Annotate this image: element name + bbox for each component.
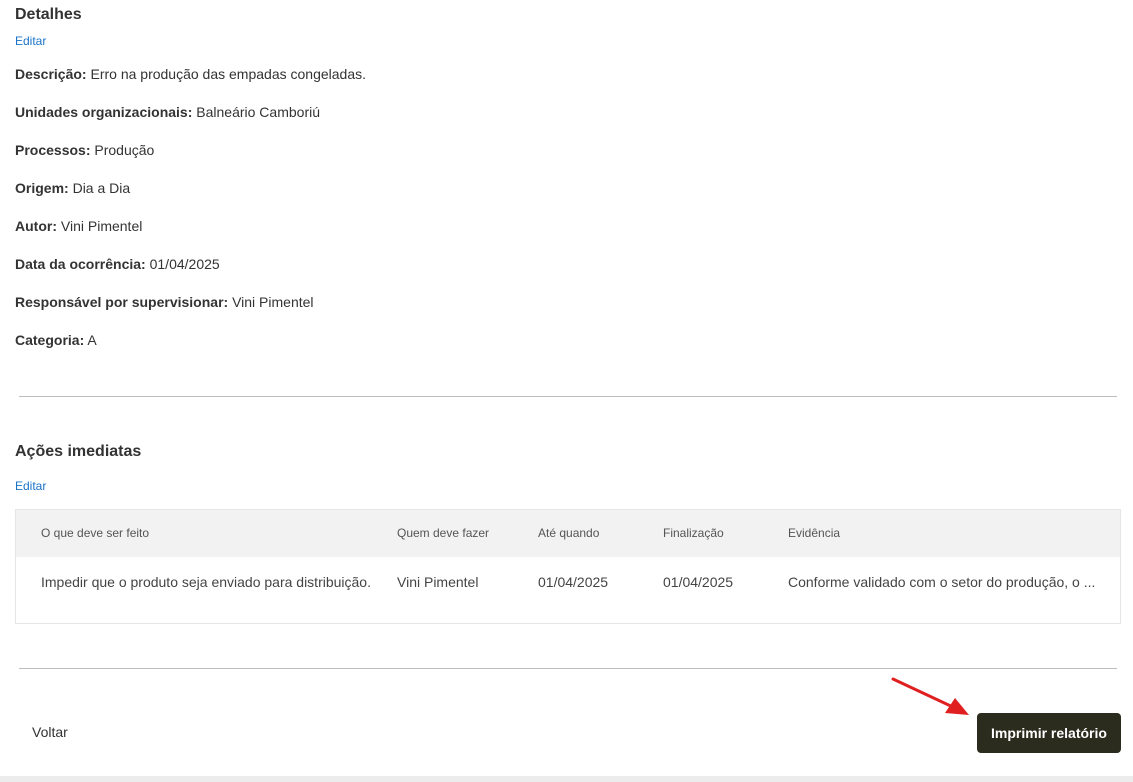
section-divider	[19, 396, 1117, 397]
detail-description: Descrição: Erro na produção das empadas …	[15, 66, 366, 82]
cell-what: Impedir que o produto seja enviado para …	[41, 574, 371, 590]
detail-label: Origem:	[15, 180, 69, 196]
footer-divider	[19, 668, 1117, 669]
detail-value: Balneário Camboriú	[196, 104, 320, 120]
actions-title: Ações imediatas	[15, 443, 142, 460]
cell-until: 01/04/2025	[538, 574, 609, 590]
actions-table: O que deve ser feito Quem deve fazer Até…	[15, 509, 1121, 624]
detail-supervisor: Responsável por supervisionar: Vini Pime…	[15, 294, 314, 310]
cell-evidence: Conforme validado com o setor do produçã…	[788, 574, 1096, 590]
column-header-until: Até quando	[538, 526, 600, 540]
detail-label: Responsável por supervisionar:	[15, 294, 229, 310]
detail-value: Vini Pimentel	[232, 294, 314, 310]
column-header-finished: Finalização	[663, 526, 724, 540]
column-header-what: O que deve ser feito	[41, 526, 150, 540]
details-title: Detalhes	[15, 6, 82, 23]
bottom-scrollbar-track	[0, 776, 1133, 782]
column-header-who: Quem deve fazer	[397, 526, 490, 540]
column-header-evidence: Evidência	[788, 526, 841, 540]
detail-author: Autor: Vini Pimentel	[15, 218, 142, 234]
detail-value: Dia a Dia	[72, 180, 131, 196]
detail-label: Unidades organizacionais:	[15, 104, 193, 120]
detail-value: Produção	[94, 142, 155, 158]
detail-label: Processos:	[15, 142, 91, 158]
table-header: O que deve ser feito Quem deve fazer Até…	[16, 510, 1120, 557]
detail-org-units: Unidades organizacionais: Balneário Camb…	[15, 104, 320, 120]
back-button[interactable]: Voltar	[32, 724, 68, 740]
cell-finished: 01/04/2025	[663, 574, 734, 590]
cell-who: Vini Pimentel	[397, 574, 479, 590]
incident-detail-page: Detalhes Editar Descrição: Erro na produ…	[0, 0, 1133, 782]
details-edit-link[interactable]: Editar	[15, 34, 46, 48]
detail-label: Data da ocorrência:	[15, 256, 146, 272]
detail-value: 01/04/2025	[149, 256, 220, 272]
detail-value: A	[87, 332, 97, 348]
detail-category: Categoria: A	[15, 332, 97, 348]
detail-label: Categoria:	[15, 332, 85, 348]
detail-label: Descrição:	[15, 66, 87, 82]
detail-processes: Processos: Produção	[15, 142, 154, 158]
detail-value: Erro na produção das empadas congeladas.	[90, 66, 366, 82]
actions-edit-link[interactable]: Editar	[15, 479, 46, 493]
annotation-arrow-icon	[891, 677, 969, 715]
detail-occurrence-date: Data da ocorrência: 01/04/2025	[15, 256, 220, 272]
detail-label: Autor:	[15, 218, 57, 234]
detail-value: Vini Pimentel	[60, 218, 143, 234]
print-report-button[interactable]: Imprimir relatório	[977, 713, 1121, 753]
detail-origin: Origem: Dia a Dia	[15, 180, 130, 196]
